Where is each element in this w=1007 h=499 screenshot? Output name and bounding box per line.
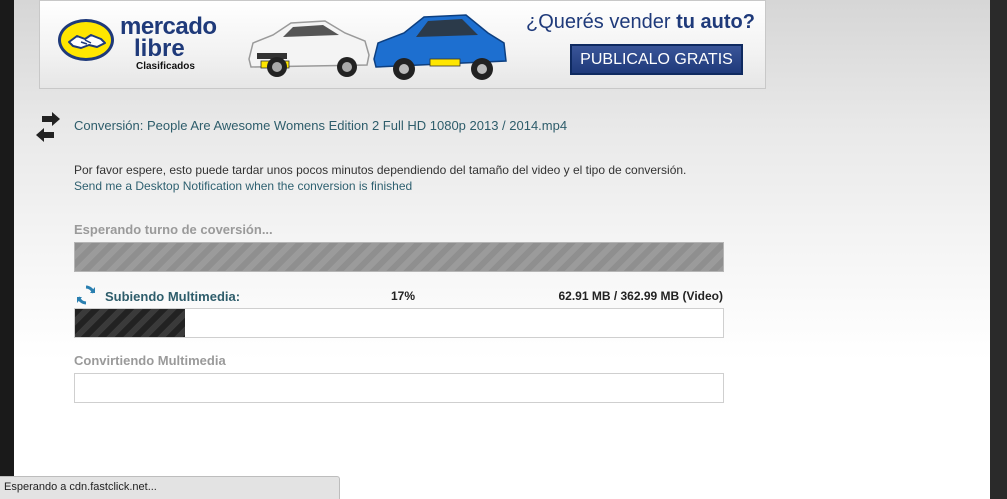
uploading-percent: 17% — [391, 289, 416, 303]
uploading-size: 62.91 MB / 362.99 MB (Video) — [558, 289, 723, 303]
question-bold: tu auto? — [676, 11, 755, 33]
converting-label: Convirtiendo Multimedia — [74, 353, 226, 368]
white-car-image — [248, 20, 370, 77]
browser-status-bar: Esperando a cdn.fastclick.net... — [0, 476, 340, 499]
waiting-progress-bar — [74, 242, 724, 272]
uploading-label: Subiendo Multimedia: — [105, 289, 241, 304]
browser-window-edge — [990, 0, 1007, 499]
blue-car-image — [373, 14, 507, 80]
banner-question: ¿Querés vender tu auto? — [526, 11, 755, 34]
waiting-label: Esperando turno de coversión... — [74, 222, 273, 237]
uploading-progress-bar — [74, 308, 724, 338]
refresh-icon — [77, 285, 95, 305]
wait-message: Por favor espere, esto puede tardar unos… — [74, 163, 687, 177]
handshake-icon — [58, 19, 114, 61]
brand-subtitle: Clasificados — [136, 61, 195, 72]
swap-arrows-icon — [36, 112, 60, 142]
page-content: mercado libre Clasificados ¿Querés vende… — [14, 0, 990, 499]
converting-progress-bar — [74, 373, 724, 403]
publish-free-button[interactable]: PUBLICALO GRATIS — [570, 44, 743, 75]
mercadolibre-logo: mercado libre Clasificados — [58, 13, 233, 75]
conversion-title: Conversión: People Are Awesome Womens Ed… — [74, 118, 568, 133]
uploading-progress-fill — [75, 309, 186, 337]
question-prefix: ¿Querés vender — [526, 11, 677, 33]
brand-line2: libre — [134, 35, 185, 62]
ad-banner[interactable]: mercado libre Clasificados ¿Querés vende… — [39, 0, 766, 89]
desktop-notification-link[interactable]: Send me a Desktop Notification when the … — [74, 179, 412, 193]
